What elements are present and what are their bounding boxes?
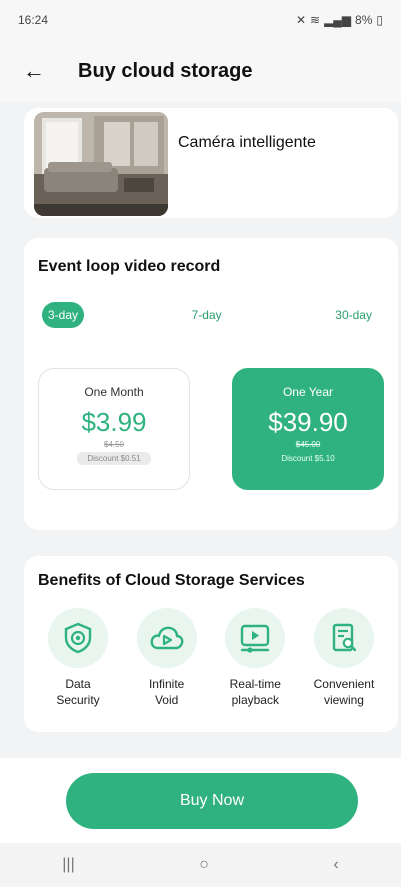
benefits-list: Data Security Infinite Void Real-time pl… [38, 608, 384, 708]
home-icon[interactable]: ○ [199, 856, 209, 874]
page-title: Buy cloud storage [78, 59, 253, 82]
benefit-item: Infinite Void [127, 608, 207, 708]
device-name: Caméra intelligente [178, 134, 316, 151]
plan-options: One Month $3.99 $4.50 Discount $0.51 One… [38, 368, 384, 490]
arrow-left-icon[interactable]: ← [22, 58, 46, 83]
system-nav-bar: ||| ○ ‹ [0, 843, 401, 887]
plan-discount: Discount $5.10 [281, 454, 335, 463]
event-loop-card: Event loop video record 3-day 7-day 30-d… [24, 238, 398, 530]
mute-icon: ✕ [295, 13, 307, 27]
duration-tabs: 3-day 7-day 30-day [38, 302, 384, 328]
shield-eye-icon [48, 608, 108, 668]
benefits-title: Benefits of Cloud Storage Services [38, 572, 305, 589]
back-nav-icon[interactable]: ‹ [333, 856, 338, 874]
plan-one-year[interactable]: One Year $39.90 $45.00 Discount $5.10 [232, 368, 384, 490]
battery-icon: ▯ [376, 13, 383, 27]
benefit-label-line2: playback [231, 693, 279, 708]
benefit-item: Data Security [38, 608, 118, 708]
video-play-icon [225, 608, 286, 668]
plan-old-price: $45.00 [295, 440, 321, 449]
camera-thumbnail [34, 112, 168, 216]
plan-price: $3.99 [81, 407, 147, 437]
benefit-item: Real-time playback [215, 608, 295, 708]
plan-old-price: $4.50 [103, 440, 125, 449]
benefit-label-line1: Convenient [313, 677, 375, 691]
status-time: 16:24 [18, 13, 49, 27]
cloud-play-icon [136, 608, 197, 668]
plan-discount: Discount $0.51 [77, 452, 151, 465]
plan-one-month[interactable]: One Month $3.99 $4.50 Discount $0.51 [38, 368, 190, 490]
benefit-label-line1: Real-time [229, 677, 281, 691]
app-header: ← Buy cloud storage [0, 40, 401, 102]
plan-name: One Year [282, 385, 334, 399]
event-loop-title: Event loop video record [38, 258, 221, 275]
room-image [34, 112, 168, 216]
battery-level: 8% [355, 13, 373, 27]
tab-7-day[interactable]: 7-day [186, 302, 228, 328]
document-search-icon [313, 608, 374, 668]
tab-30-day[interactable]: 30-day [329, 302, 378, 328]
benefit-label-line2: viewing [323, 693, 364, 708]
device-card: Caméra intelligente [24, 108, 398, 218]
status-bar: 16:24 ✕ ≋ ▂▄▆ 8% ▯ [0, 0, 401, 40]
plan-price: $39.90 [268, 407, 348, 437]
benefit-label-line2: Void [154, 693, 179, 708]
plan-name: One Month [84, 385, 144, 399]
benefit-item: Convenient viewing [304, 608, 384, 708]
signal-icon: ▂▄▆ [324, 13, 352, 27]
status-indicators: ✕ ≋ ▂▄▆ 8% ▯ [296, 13, 383, 27]
benefit-label-line1: Data [65, 677, 91, 691]
wifi-icon: ≋ [310, 13, 321, 27]
benefits-card: Benefits of Cloud Storage Services Data … [24, 556, 398, 732]
tab-3-day[interactable]: 3-day [42, 302, 85, 328]
benefit-label-line1: Infinite [148, 677, 185, 691]
recent-apps-icon[interactable]: ||| [62, 856, 74, 874]
buy-now-button[interactable]: Buy Now [66, 773, 358, 829]
benefit-label-line2: Security [56, 693, 100, 708]
